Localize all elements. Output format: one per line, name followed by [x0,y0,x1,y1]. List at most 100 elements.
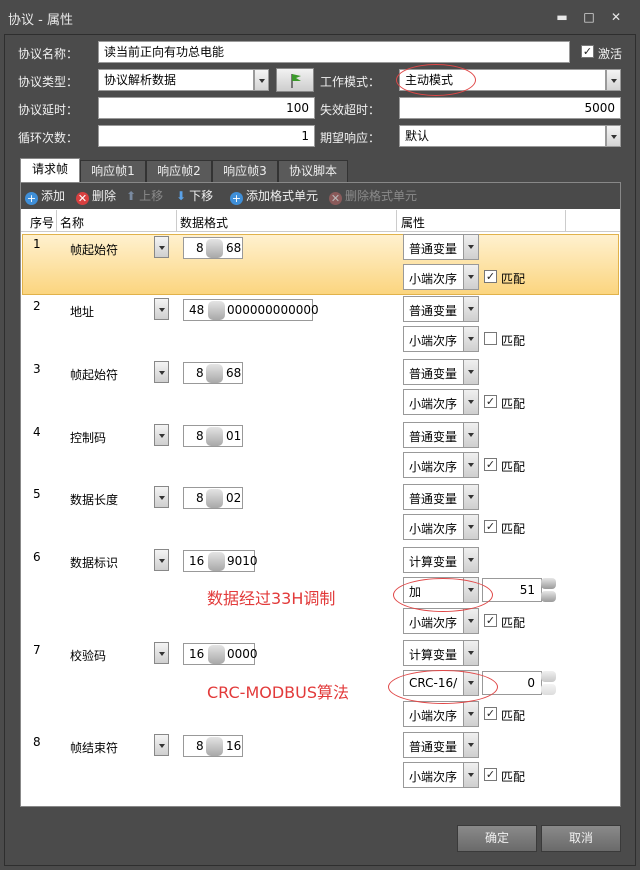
variable-type-select[interactable]: 计算变量 [403,547,479,573]
expected-response-dropdown-button[interactable] [606,125,621,147]
variable-type-select[interactable]: 普通变量 [403,422,479,448]
protocol-type-dropdown-button[interactable] [254,69,269,91]
byte-order-select[interactable]: 小端次序 [403,762,479,788]
byte-order-select[interactable]: 小端次序 [403,264,479,290]
byte-order-select[interactable]: 小端次序 [403,389,479,415]
tab-protocol-script[interactable]: 协议脚本 [278,160,348,182]
match-checkbox[interactable]: ✓ [484,614,497,627]
loop-count-input[interactable]: 1 [98,125,315,147]
variable-type-dropdown-button[interactable] [463,641,478,665]
add-button[interactable]: + 添加 [25,187,65,205]
variable-type-select[interactable]: 普通变量 [403,732,479,758]
variable-type-select[interactable]: 计算变量 [403,640,479,666]
variable-type-dropdown-button[interactable] [463,423,478,447]
flag-button[interactable] [276,68,314,92]
data-format-field[interactable]: 8 68 [183,237,243,259]
byte-order-dropdown-button[interactable] [463,327,478,351]
variable-type-select[interactable]: 普通变量 [403,296,479,322]
byte-order-select[interactable]: 小端次序 [403,326,479,352]
byte-order-dropdown-button[interactable] [463,515,478,539]
name-dropdown-button[interactable] [154,642,169,664]
variable-type-dropdown-button[interactable] [463,297,478,321]
name-dropdown-button[interactable] [154,486,169,508]
cancel-button[interactable]: 取消 [541,825,621,852]
work-mode-dropdown-button[interactable] [606,69,621,91]
timeout-input[interactable]: 5000 [399,97,621,119]
delete-button[interactable]: ✕ 删除 [76,187,116,205]
format-split-knob[interactable] [206,427,223,446]
ok-button[interactable]: 确定 [457,825,537,852]
name-dropdown-button[interactable] [154,361,169,383]
byte-order-dropdown-button[interactable] [463,702,478,726]
maximize-icon[interactable]: □ [581,10,597,24]
minimize-icon[interactable]: ▬ [554,10,570,24]
name-dropdown-button[interactable] [154,424,169,446]
match-checkbox[interactable]: ✓ [484,270,497,283]
data-format-field[interactable]: 48 000000000000 [183,299,319,321]
name-dropdown-button[interactable] [154,298,169,320]
data-format-field[interactable]: 16 0000 [183,643,258,665]
add-format-unit-button[interactable]: + 添加格式单元 [230,187,318,205]
byte-order-value: 小端次序 [409,616,458,630]
col-divider [565,210,566,232]
match-checkbox[interactable]: ✓ [484,707,497,720]
name-dropdown-button[interactable] [154,734,169,756]
spinner-down[interactable] [541,684,556,695]
format-split-knob[interactable] [208,645,225,664]
spinner-up[interactable] [541,671,556,682]
tab-response-frame-2[interactable]: 响应帧2 [146,160,212,182]
byte-order-dropdown-button[interactable] [463,763,478,787]
format-split-knob[interactable] [206,364,223,383]
tab-request-frame[interactable]: 请求帧 [20,158,80,183]
variable-type-dropdown-button[interactable] [463,548,478,572]
byte-order-dropdown-button[interactable] [463,453,478,477]
byte-order-select[interactable]: 小端次序 [403,514,479,540]
move-down-button[interactable]: ⬇ 下移 [176,187,213,205]
delete-format-unit-button[interactable]: ✕ 删除格式单元 [329,187,417,205]
value-spinner[interactable] [541,671,556,695]
name-dropdown-button[interactable] [154,549,169,571]
variable-type-dropdown-button[interactable] [463,360,478,384]
tab-response-frame-3[interactable]: 响应帧3 [212,160,278,182]
match-checkbox[interactable]: ✓ [484,768,497,781]
match-checkbox[interactable] [484,332,497,345]
variable-type-dropdown-button[interactable] [463,733,478,757]
byte-order-select[interactable]: 小端次序 [403,452,479,478]
table-row[interactable] [22,422,619,483]
format-split-knob[interactable] [208,552,225,571]
byte-order-dropdown-button[interactable] [463,609,478,633]
data-format-field[interactable]: 8 16 [183,735,243,757]
variable-type-dropdown-button[interactable] [463,235,478,259]
format-split-knob[interactable] [206,737,223,756]
byte-order-dropdown-button[interactable] [463,390,478,414]
expected-response-select[interactable]: 默认 [399,125,606,147]
move-up-button[interactable]: ⬆ 上移 [126,187,163,205]
data-format-field[interactable]: 8 68 [183,362,243,384]
protocol-name-input[interactable]: 读当前正向有功总电能 [98,41,570,63]
protocol-delay-input[interactable]: 100 [98,97,315,119]
format-split-knob[interactable] [208,301,225,320]
activate-checkbox[interactable]: ✓ [581,45,594,58]
variable-type-dropdown-button[interactable] [463,485,478,509]
tab-response-frame-1[interactable]: 响应帧1 [80,160,146,182]
name-dropdown-button[interactable] [154,236,169,258]
match-checkbox[interactable]: ✓ [484,395,497,408]
data-format-field[interactable]: 8 01 [183,425,243,447]
byte-order-dropdown-button[interactable] [463,265,478,289]
match-checkbox[interactable]: ✓ [484,520,497,533]
format-split-knob[interactable] [206,239,223,258]
spinner-down[interactable] [541,591,556,602]
variable-type-select[interactable]: 普通变量 [403,234,479,260]
data-format-field[interactable]: 8 02 [183,487,243,509]
value-spinner[interactable] [541,578,556,602]
protocol-type-select[interactable]: 协议解析数据 [98,69,254,91]
variable-type-select[interactable]: 普通变量 [403,359,479,385]
match-checkbox[interactable]: ✓ [484,458,497,471]
data-format-field[interactable]: 16 9010 [183,550,258,572]
table-row[interactable] [22,296,619,357]
variable-type-select[interactable]: 普通变量 [403,484,479,510]
format-split-knob[interactable] [206,489,223,508]
byte-order-select[interactable]: 小端次序 [403,701,479,727]
close-icon[interactable]: ✕ [608,10,624,24]
spinner-up[interactable] [541,578,556,589]
